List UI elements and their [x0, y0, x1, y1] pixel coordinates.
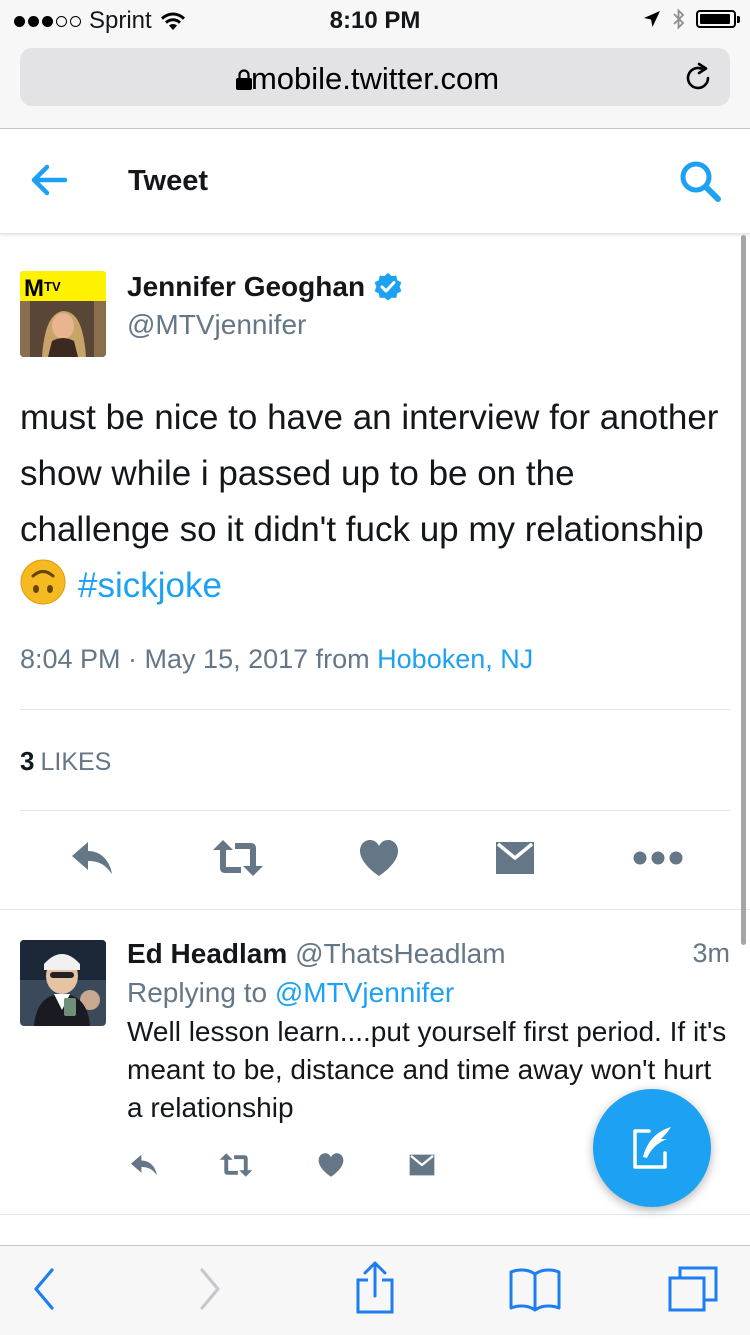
likes-label: LIKES [40, 748, 112, 776]
dm-icon[interactable] [494, 838, 536, 878]
reload-icon[interactable] [684, 61, 714, 93]
like-icon[interactable] [358, 838, 400, 878]
search-icon[interactable] [678, 159, 722, 203]
divider [20, 709, 730, 710]
bookmarks-icon[interactable] [508, 1266, 562, 1312]
safari-back-icon[interactable] [30, 1266, 58, 1312]
compose-button[interactable] [593, 1089, 711, 1207]
tabs-icon[interactable] [666, 1264, 720, 1314]
browser-toolbar [0, 1245, 750, 1335]
hashtag-link[interactable]: #sickjoke [78, 566, 222, 605]
divider [0, 1214, 750, 1215]
reply-icon[interactable] [70, 838, 114, 878]
location-icon [644, 11, 660, 27]
address-bar[interactable]: mobile.twitter.com [20, 48, 730, 106]
status-indicators [642, 8, 740, 30]
url-text: mobile.twitter.com [250, 61, 500, 96]
like-icon[interactable] [317, 1152, 345, 1178]
bluetooth-icon [673, 8, 685, 30]
status-time: 8:10 PM [329, 7, 421, 34]
reply-icon[interactable] [129, 1152, 159, 1178]
verified-icon [374, 273, 402, 301]
author-avatar[interactable]: M TV [20, 271, 106, 357]
author-handle[interactable]: @MTVjennifer [127, 309, 306, 341]
scrollbar[interactable] [741, 235, 746, 945]
retweet-icon[interactable] [211, 838, 265, 878]
app-header: Tweet [0, 129, 750, 234]
tweet-location[interactable]: Hoboken, NJ [377, 644, 533, 674]
battery-icon [696, 10, 740, 28]
divider [20, 810, 730, 811]
reply-author-name: Ed Headlam [127, 938, 288, 969]
tweet-text: must be nice to have an interview for an… [20, 390, 720, 614]
replying-to: Replying to @MTVjennifer [127, 977, 454, 1009]
divider [0, 909, 750, 910]
reply-author[interactable]: Ed Headlam @ThatsHeadlam [127, 938, 506, 970]
browser-address-area: mobile.twitter.com [0, 40, 750, 129]
status-bar: Sprint 8:10 PM [0, 0, 750, 40]
back-arrow-icon[interactable] [30, 163, 68, 197]
page-title: Tweet [128, 165, 209, 197]
reply-time: 3m [692, 938, 730, 968]
replying-to-handle[interactable]: @MTVjennifer [275, 977, 454, 1008]
more-icon[interactable] [633, 848, 683, 868]
tweet-timestamp: 8:04 PM · May 15, 2017 from [20, 644, 370, 674]
upside-down-face-icon [20, 559, 66, 605]
author-name: Jennifer Geoghan [127, 271, 366, 302]
likes-count[interactable]: 3 LIKES [20, 746, 111, 777]
share-icon[interactable] [354, 1260, 396, 1316]
svg-text:TV: TV [44, 279, 61, 294]
author-name-row[interactable]: Jennifer Geoghan [127, 271, 403, 303]
replying-prefix: Replying to [127, 977, 268, 1008]
tweet-meta: 8:04 PM · May 15, 2017 from Hoboken, NJ [20, 644, 533, 675]
reply-author-avatar[interactable] [20, 940, 106, 1026]
safari-forward-icon [200, 1268, 220, 1310]
retweet-icon[interactable] [218, 1152, 254, 1178]
svg-text:M: M [24, 275, 44, 302]
reply-author-handle: @ThatsHeadlam [295, 938, 506, 969]
tweet-body: must be nice to have an interview for an… [20, 398, 719, 549]
likes-number: 3 [20, 746, 35, 776]
compose-icon [633, 1127, 671, 1169]
dm-icon[interactable] [408, 1152, 436, 1178]
